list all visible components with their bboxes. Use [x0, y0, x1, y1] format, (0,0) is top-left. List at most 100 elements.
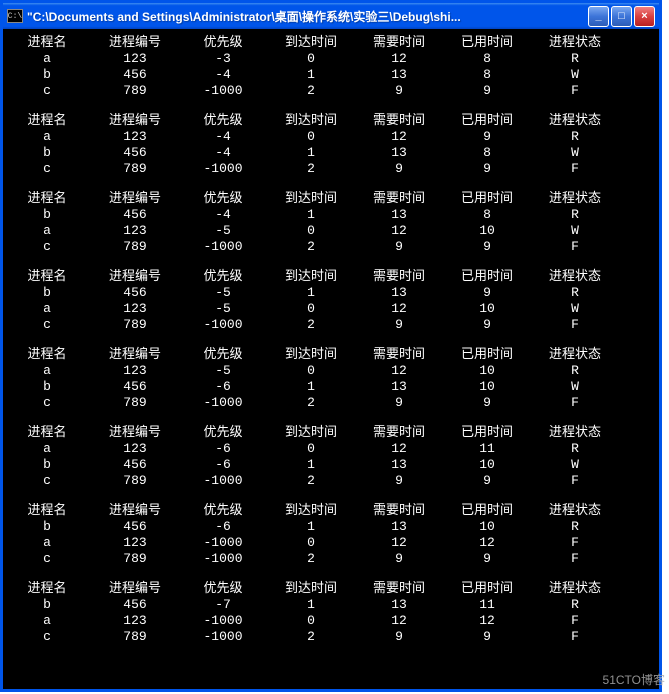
- data-cell: c: [3, 239, 91, 255]
- data-cell: 0: [267, 363, 355, 379]
- data-cell: b: [3, 285, 91, 301]
- data-cell: 9: [443, 239, 531, 255]
- table-header-row: 进程名进程编号优先级到达时间需要时间已用时间进程状态: [3, 347, 659, 363]
- data-cell: a: [3, 51, 91, 67]
- data-cell: 10: [443, 457, 531, 473]
- data-cell: 10: [443, 223, 531, 239]
- header-cell: 到达时间: [267, 35, 355, 51]
- data-cell: 123: [91, 301, 179, 317]
- data-cell: c: [3, 473, 91, 489]
- maximize-button[interactable]: □: [611, 6, 632, 27]
- header-cell: 进程状态: [531, 347, 619, 363]
- header-cell: 优先级: [179, 191, 267, 207]
- data-cell: -6: [179, 457, 267, 473]
- process-block: 进程名进程编号优先级到达时间需要时间已用时间进程状态b456-41138Ra12…: [3, 191, 659, 255]
- data-cell: 8: [443, 207, 531, 223]
- header-cell: 到达时间: [267, 581, 355, 597]
- header-cell: 到达时间: [267, 269, 355, 285]
- header-cell: 进程编号: [91, 503, 179, 519]
- data-cell: 0: [267, 301, 355, 317]
- data-cell: b: [3, 519, 91, 535]
- data-cell: 123: [91, 223, 179, 239]
- data-cell: 789: [91, 161, 179, 177]
- data-cell: b: [3, 597, 91, 613]
- data-cell: F: [531, 317, 619, 333]
- header-cell: 已用时间: [443, 425, 531, 441]
- header-cell: 需要时间: [355, 191, 443, 207]
- data-cell: F: [531, 551, 619, 567]
- data-cell: 10: [443, 363, 531, 379]
- data-cell: 9: [443, 129, 531, 145]
- header-cell: 进程名: [3, 503, 91, 519]
- process-block: 进程名进程编号优先级到达时间需要时间已用时间进程状态a123-30128Rb45…: [3, 35, 659, 99]
- data-cell: F: [531, 535, 619, 551]
- data-cell: a: [3, 129, 91, 145]
- table-header-row: 进程名进程编号优先级到达时间需要时间已用时间进程状态: [3, 113, 659, 129]
- data-cell: 2: [267, 161, 355, 177]
- data-cell: R: [531, 51, 619, 67]
- data-cell: a: [3, 535, 91, 551]
- data-cell: F: [531, 83, 619, 99]
- data-cell: 2: [267, 239, 355, 255]
- data-cell: 12: [355, 363, 443, 379]
- header-cell: 进程状态: [531, 581, 619, 597]
- minimize-icon: _: [595, 10, 601, 22]
- header-cell: 进程名: [3, 113, 91, 129]
- header-cell: 优先级: [179, 269, 267, 285]
- header-cell: 进程编号: [91, 581, 179, 597]
- data-cell: 0: [267, 223, 355, 239]
- data-cell: 0: [267, 613, 355, 629]
- data-cell: 10: [443, 519, 531, 535]
- header-cell: 已用时间: [443, 503, 531, 519]
- header-cell: 优先级: [179, 35, 267, 51]
- header-cell: 进程状态: [531, 35, 619, 51]
- data-cell: R: [531, 129, 619, 145]
- header-cell: 进程状态: [531, 425, 619, 441]
- data-cell: R: [531, 441, 619, 457]
- app-icon: C:\: [7, 9, 23, 23]
- table-row: b456-41138W: [3, 145, 659, 161]
- header-cell: 优先级: [179, 425, 267, 441]
- data-cell: R: [531, 597, 619, 613]
- data-cell: 0: [267, 535, 355, 551]
- table-row: c789-1000299F: [3, 395, 659, 411]
- minimize-button[interactable]: _: [588, 6, 609, 27]
- table-row: b456-51139R: [3, 285, 659, 301]
- close-button[interactable]: ×: [634, 6, 655, 27]
- data-cell: 12: [355, 51, 443, 67]
- data-cell: 123: [91, 613, 179, 629]
- table-row: c789-1000299F: [3, 317, 659, 333]
- data-cell: 0: [267, 51, 355, 67]
- titlebar[interactable]: C:\ "C:\Documents and Settings\Administr…: [3, 3, 659, 29]
- data-cell: -4: [179, 67, 267, 83]
- console-window: C:\ "C:\Documents and Settings\Administr…: [0, 0, 662, 692]
- data-cell: a: [3, 223, 91, 239]
- data-cell: a: [3, 441, 91, 457]
- table-row: b456-711311R: [3, 597, 659, 613]
- header-cell: 到达时间: [267, 191, 355, 207]
- data-cell: W: [531, 457, 619, 473]
- data-cell: -4: [179, 145, 267, 161]
- table-row: a123-601211R: [3, 441, 659, 457]
- data-cell: b: [3, 67, 91, 83]
- data-cell: 2: [267, 473, 355, 489]
- data-cell: 12: [355, 223, 443, 239]
- header-cell: 到达时间: [267, 425, 355, 441]
- data-cell: F: [531, 395, 619, 411]
- data-cell: 123: [91, 535, 179, 551]
- data-cell: W: [531, 67, 619, 83]
- data-cell: -5: [179, 363, 267, 379]
- header-cell: 进程编号: [91, 269, 179, 285]
- data-cell: a: [3, 363, 91, 379]
- data-cell: 789: [91, 629, 179, 645]
- table-row: a123-100001212F: [3, 613, 659, 629]
- data-cell: b: [3, 145, 91, 161]
- header-cell: 到达时间: [267, 503, 355, 519]
- data-cell: 456: [91, 145, 179, 161]
- data-cell: 789: [91, 395, 179, 411]
- close-icon: ×: [641, 10, 647, 22]
- data-cell: 9: [443, 629, 531, 645]
- data-cell: 789: [91, 551, 179, 567]
- data-cell: -6: [179, 379, 267, 395]
- header-cell: 优先级: [179, 503, 267, 519]
